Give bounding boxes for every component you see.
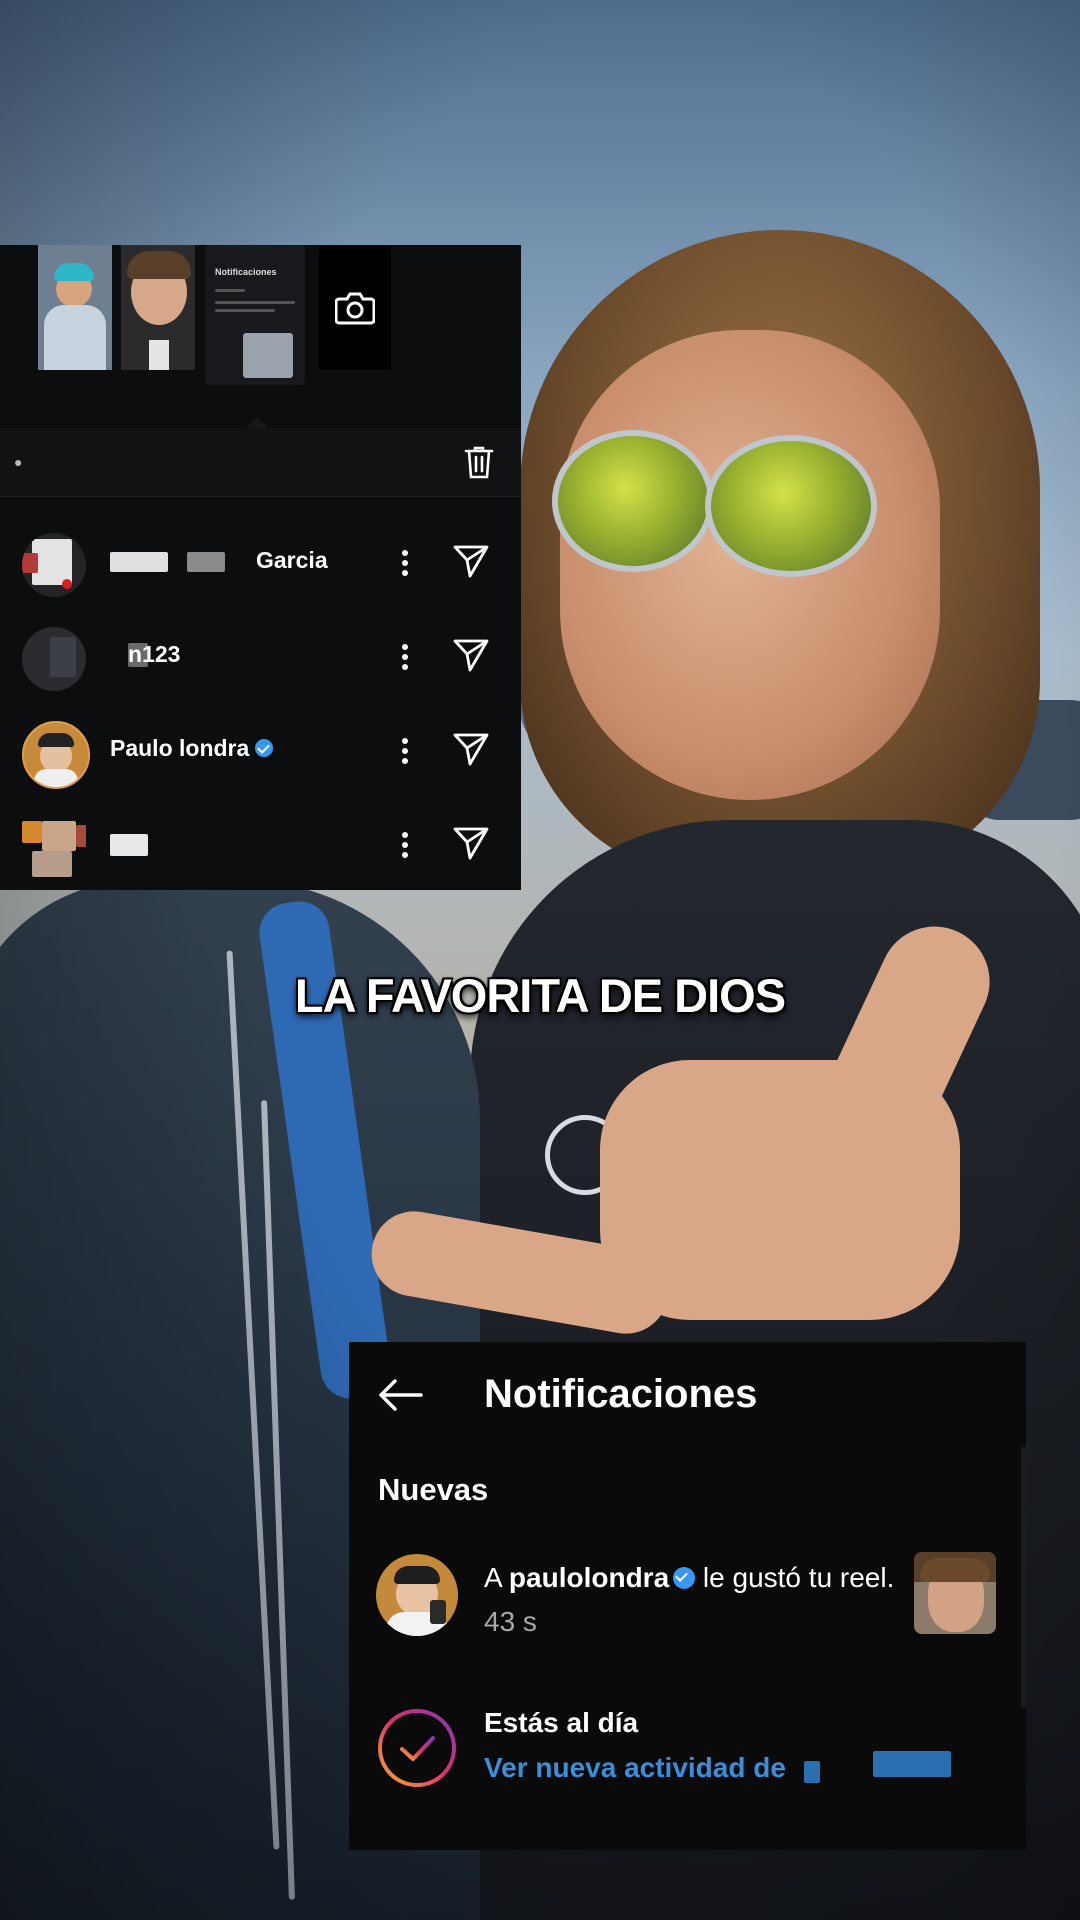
contact-row[interactable]: n123 [0, 611, 521, 705]
story-thumbnails: Notificaciones [0, 245, 521, 435]
thumbnail-title: Notificaciones [215, 267, 277, 277]
video-caption: LA FAVORITA DE DIOS [294, 969, 786, 1022]
notification-item[interactable]: A paulolondra le gustó tu reel. 43 s [349, 1542, 1026, 1652]
redacted-name [187, 552, 225, 572]
avatar[interactable] [376, 1554, 458, 1636]
more-vertical-icon[interactable] [395, 731, 415, 771]
more-vertical-icon[interactable] [395, 825, 415, 865]
up-to-date-row: Estás al día Ver nueva actividad de [349, 1697, 1026, 1807]
share-toolbar: ● [0, 428, 521, 497]
contact-avatar [22, 533, 86, 597]
app-icon: ● [14, 454, 23, 470]
notification-prefix: A [484, 1562, 509, 1593]
contact-name: n123 [128, 641, 181, 667]
redacted-name [110, 552, 168, 572]
contact-avatar [22, 627, 86, 691]
page-title: Notificaciones [484, 1372, 758, 1416]
contact-avatar [22, 815, 86, 879]
new-activity-link-text: Ver nueva actividad de [484, 1752, 786, 1783]
contact-row[interactable]: Paulo londra [0, 705, 521, 799]
check-circle-icon [378, 1709, 456, 1787]
contact-avatar [22, 721, 90, 789]
notification-action: le gustó tu reel. [695, 1562, 895, 1593]
contact-name-text: Paulo londra [110, 735, 250, 761]
back-arrow-icon[interactable] [377, 1378, 423, 1412]
more-vertical-icon[interactable] [395, 637, 415, 677]
story-thumbnail[interactable] [121, 245, 195, 370]
contact-row[interactable]: Garcia [0, 517, 521, 611]
story-thumbnail[interactable] [38, 245, 112, 370]
notification-text: A paulolondra le gustó tu reel. 43 s [484, 1556, 904, 1644]
share-sheet-panel: Notificaciones ● Garcia n123 Paulo londr… [0, 245, 521, 890]
send-icon[interactable] [452, 637, 490, 673]
section-label-new: Nuevas [378, 1472, 489, 1507]
send-icon[interactable] [452, 825, 490, 861]
up-to-date-title: Estás al día [484, 1707, 639, 1738]
notification-time: 43 s [484, 1606, 537, 1637]
redacted-username [803, 1761, 820, 1783]
verified-badge-icon [255, 738, 274, 757]
trash-icon[interactable] [463, 444, 495, 480]
send-icon[interactable] [452, 543, 490, 579]
contact-name: Paulo londra [110, 735, 274, 762]
verified-badge-icon [673, 1566, 696, 1589]
contact-row[interactable] [0, 799, 521, 890]
camera-icon [335, 292, 375, 324]
notifications-thumbnail[interactable]: Notificaciones [205, 245, 305, 385]
notifications-header: Notificaciones [349, 1342, 1026, 1447]
reel-thumbnail[interactable] [914, 1552, 996, 1634]
more-vertical-icon[interactable] [395, 543, 415, 583]
thumbnail-image [243, 333, 293, 378]
send-icon[interactable] [452, 731, 490, 767]
redacted-name [110, 834, 148, 856]
redacted-username [873, 1751, 952, 1777]
new-activity-link[interactable]: Ver nueva actividad de [484, 1751, 952, 1784]
notification-username[interactable]: paulolondra [509, 1562, 669, 1593]
notifications-panel: Notificaciones Nuevas A paulolondra le g… [349, 1342, 1026, 1850]
camera-button[interactable] [319, 245, 391, 370]
contact-name: Garcia [256, 547, 328, 573]
